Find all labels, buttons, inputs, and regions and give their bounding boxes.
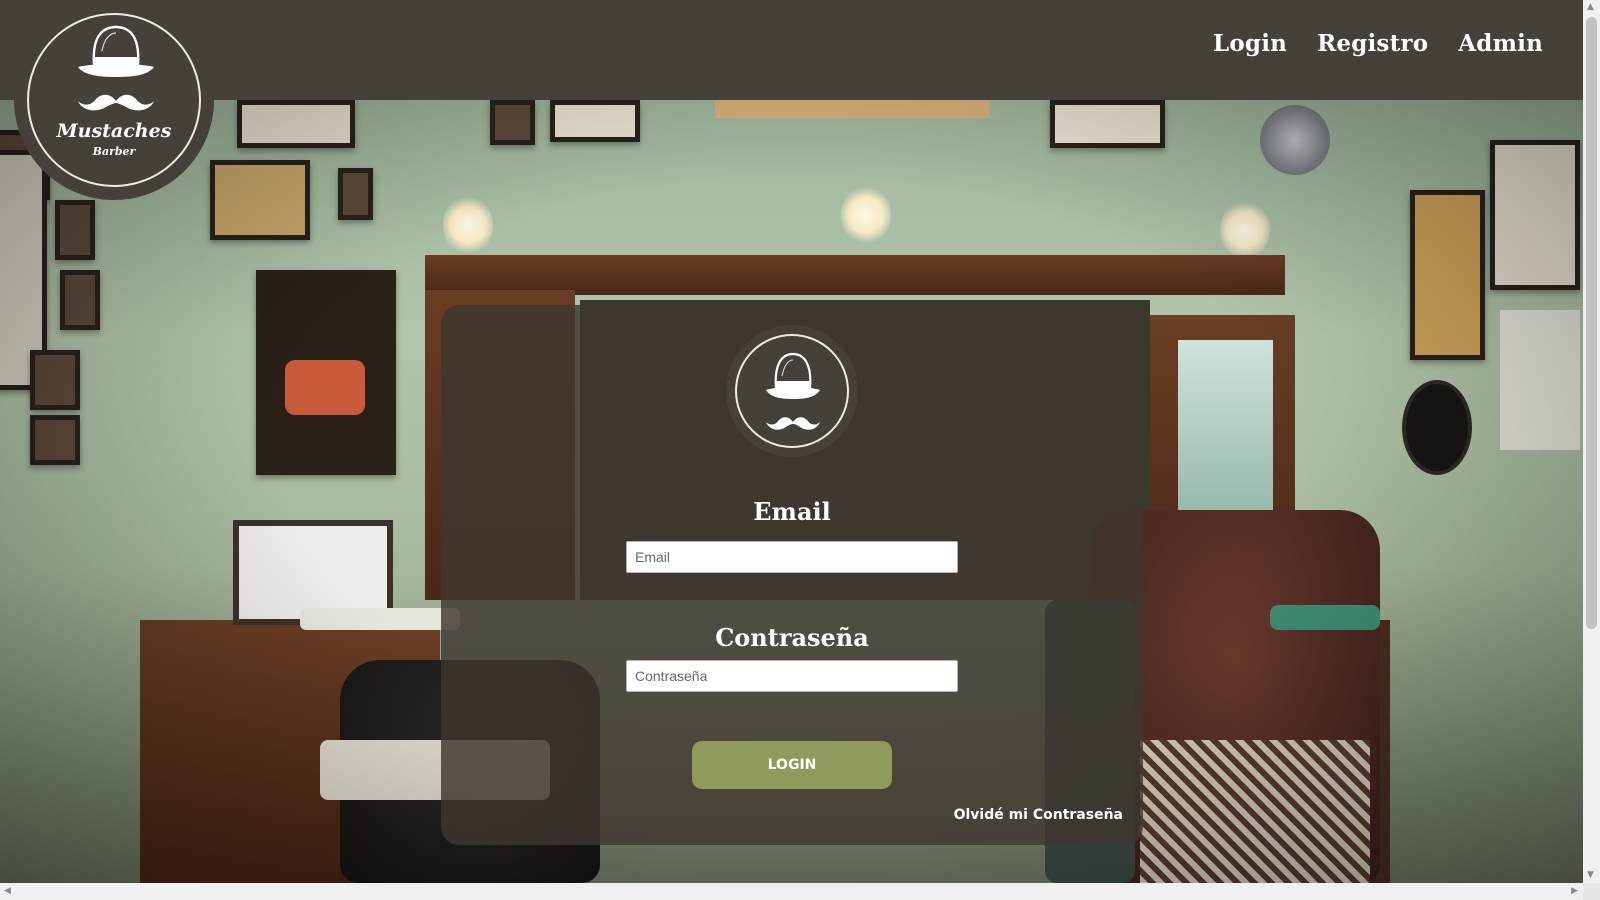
login-card: Email Contraseña LOGIN Olvidé mi Contras…: [441, 305, 1143, 845]
bowler-hat-mustache-icon: [766, 352, 820, 430]
brand-logo[interactable]: Mustaches Barber: [14, 0, 214, 200]
scrollbar-corner: [1583, 883, 1600, 900]
main-nav: Login Registro Admin: [1213, 30, 1543, 57]
forgot-password-link[interactable]: Olvidé mi Contraseña: [954, 807, 1123, 823]
email-label: Email: [753, 497, 831, 526]
vertical-scrollbar[interactable]: ▲ ▼: [1583, 0, 1600, 883]
top-navbar: Login Registro Admin: [0, 0, 1583, 100]
login-logo-ring: [735, 334, 849, 448]
scroll-right-arrow-icon[interactable]: ▶: [1571, 887, 1578, 896]
login-submit-button[interactable]: LOGIN: [692, 741, 892, 789]
scroll-up-arrow-icon[interactable]: ▲: [1587, 3, 1594, 12]
email-input[interactable]: [626, 541, 958, 573]
vertical-scroll-thumb[interactable]: [1586, 17, 1597, 629]
password-label: Contraseña: [715, 623, 869, 652]
nav-login-link[interactable]: Login: [1213, 30, 1287, 57]
nav-registro-link[interactable]: Registro: [1317, 30, 1428, 57]
login-logo: [726, 325, 858, 457]
scroll-left-arrow-icon[interactable]: ◀: [4, 887, 11, 896]
bowler-hat-mustache-icon: [78, 25, 154, 111]
horizontal-scrollbar[interactable]: ◀ ▶: [0, 883, 1600, 900]
nav-admin-link[interactable]: Admin: [1458, 30, 1543, 57]
brand-subtitle: Barber: [92, 145, 136, 158]
brand-logo-ring: Mustaches Barber: [27, 13, 201, 187]
scroll-down-arrow-icon[interactable]: ▼: [1587, 871, 1594, 880]
password-input[interactable]: [626, 660, 958, 692]
brand-name: Mustaches: [56, 120, 172, 142]
